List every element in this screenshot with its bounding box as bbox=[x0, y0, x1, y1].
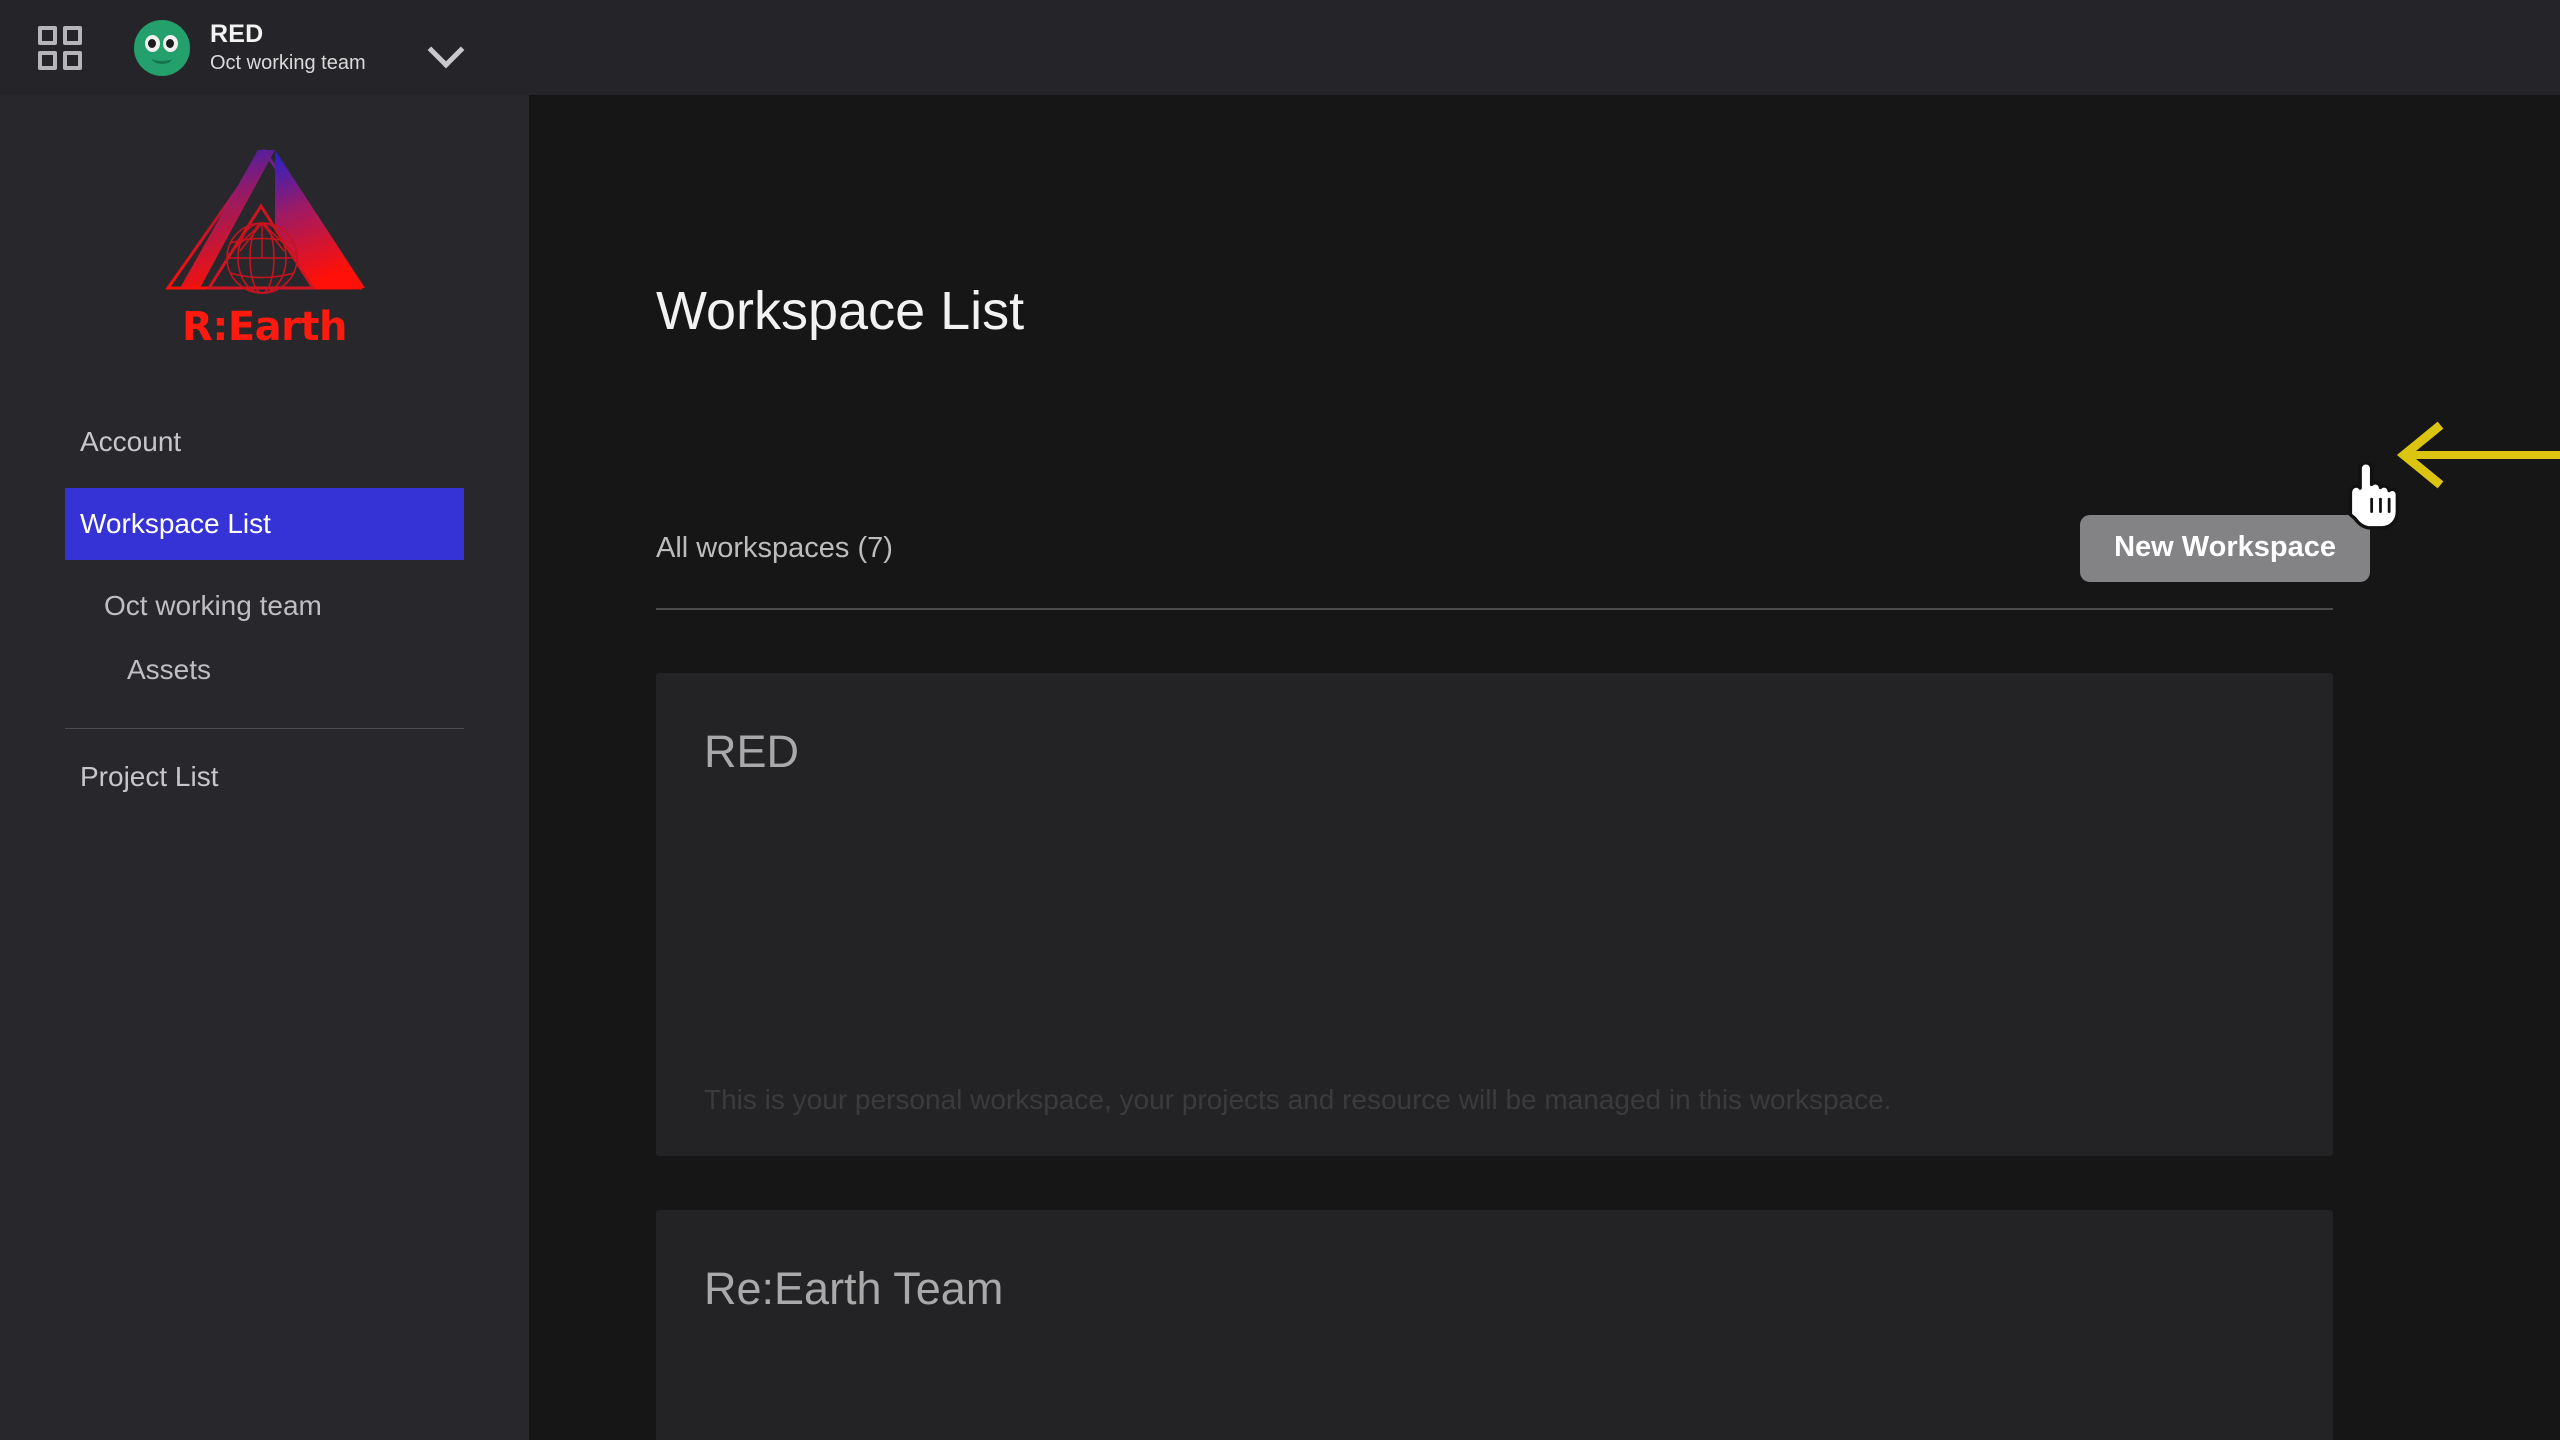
new-workspace-button[interactable]: New Workspace bbox=[2080, 515, 2370, 582]
grid-icon[interactable] bbox=[38, 25, 82, 70]
workspace-card-description: This is your personal workspace, your pr… bbox=[704, 1084, 1892, 1115]
workspace-switcher-labels: RED Oct working team bbox=[210, 20, 366, 75]
page-title: Workspace List bbox=[656, 281, 1025, 341]
current-workspace-name: RED bbox=[210, 20, 264, 49]
avatar-smiley-icon bbox=[134, 19, 190, 76]
sidebar-divider bbox=[65, 728, 464, 729]
workspace-list-toolbar: All workspaces (7) New Workspace bbox=[656, 515, 2370, 582]
sidebar-item-account[interactable]: Account bbox=[0, 410, 529, 474]
workspace-card[interactable]: Re:Earth Team bbox=[656, 1210, 2333, 1440]
top-bar: RED Oct working team bbox=[0, 0, 2560, 95]
workspace-card-name: RED bbox=[704, 726, 800, 777]
toolbar-divider bbox=[656, 608, 2333, 610]
sidebar-nav: Account Workspace List Oct working team … bbox=[0, 410, 529, 809]
avatar-mouth bbox=[152, 53, 172, 64]
workspace-switcher[interactable]: RED Oct working team bbox=[134, 19, 462, 76]
reearth-triangle-globe-logo bbox=[165, 148, 365, 294]
grid-icon-cell bbox=[38, 25, 57, 45]
grid-icon-cell bbox=[63, 50, 82, 70]
avatar-eye-right bbox=[163, 34, 178, 52]
grid-icon-cell bbox=[63, 25, 82, 45]
sidebar-item-assets[interactable]: Assets bbox=[0, 638, 529, 702]
sidebar-item-project-list[interactable]: Project List bbox=[0, 745, 529, 809]
workspace-card[interactable]: RED This is your personal workspace, you… bbox=[656, 673, 2333, 1156]
sidebar-item-oct-working-team[interactable]: Oct working team bbox=[0, 574, 529, 638]
sidebar-logo-text: R:Earth bbox=[182, 304, 347, 350]
grid-icon-cell bbox=[38, 50, 57, 70]
chevron-down-icon[interactable] bbox=[428, 31, 462, 65]
main-content: Workspace List All workspaces (7) New Wo… bbox=[529, 95, 2560, 1440]
all-workspaces-count: All workspaces (7) bbox=[656, 532, 893, 564]
sidebar-logo: R:Earth bbox=[0, 95, 529, 350]
avatar-eye-left bbox=[145, 34, 160, 52]
current-workspace-subtitle: Oct working team bbox=[210, 51, 366, 74]
sidebar-item-workspace-list[interactable]: Workspace List bbox=[65, 488, 464, 560]
sidebar: R:Earth Account Workspace List Oct worki… bbox=[0, 95, 529, 1440]
workspace-card-name: Re:Earth Team bbox=[704, 1263, 1004, 1314]
